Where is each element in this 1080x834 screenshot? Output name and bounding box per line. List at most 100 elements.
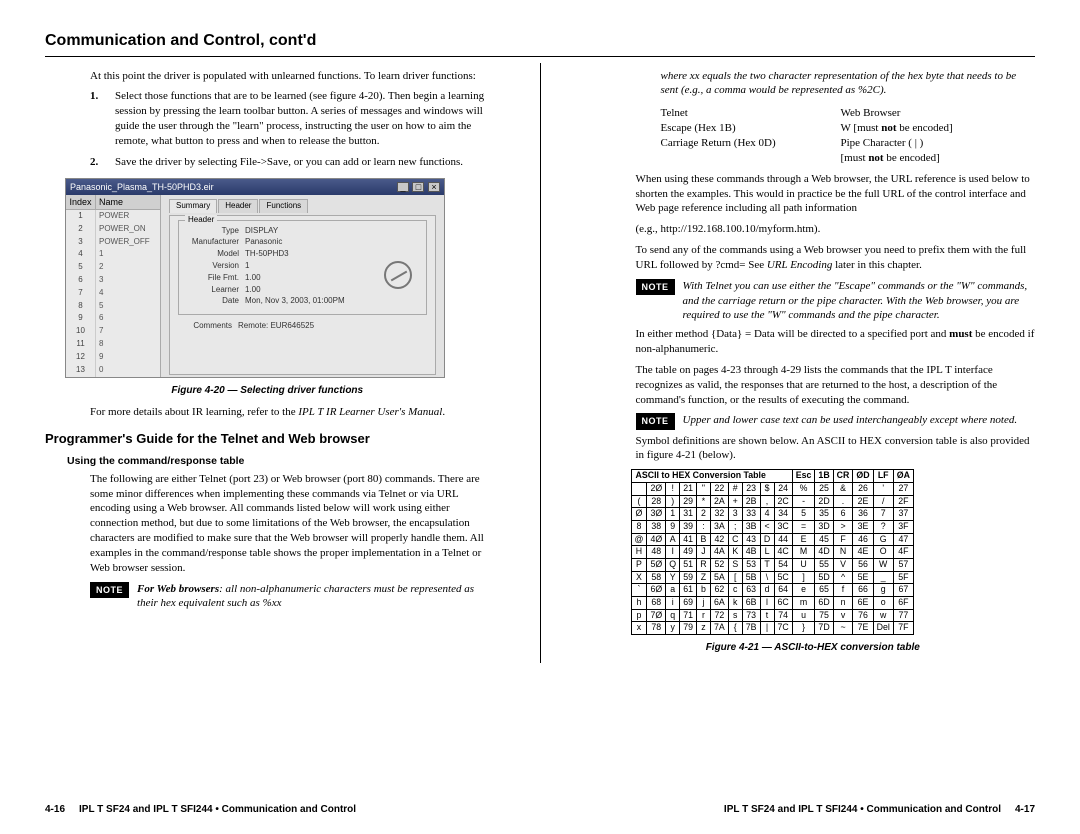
ascii-cell: 38 bbox=[647, 520, 666, 533]
comments-value: Remote: EUR646525 bbox=[238, 321, 314, 332]
function-row[interactable]: 129 bbox=[66, 351, 160, 364]
function-row[interactable]: 130 bbox=[66, 364, 160, 377]
page-num-left: 4-16 bbox=[45, 803, 65, 817]
ascii-row: @4ØA41B42C43D44E45F46G47 bbox=[631, 533, 914, 546]
ascii-row: h68i69j6Ak6Bl6Cm6Dn6Eo6F bbox=[631, 597, 914, 610]
ascii-row: x78y79z7A{7B|7C}7D~7EDel7F bbox=[631, 622, 914, 635]
ascii-cell: 2C bbox=[774, 495, 792, 508]
ascii-cell: 61 bbox=[680, 584, 697, 597]
ascii-cell: 2B bbox=[742, 495, 760, 508]
ascii-table-title: ASCII to HEX Conversion Table bbox=[631, 470, 792, 483]
lf-hex: ØA bbox=[893, 470, 913, 483]
figure-4-20-caption: Figure 4-20 — Selecting driver functions bbox=[45, 384, 490, 398]
ascii-cell: M bbox=[792, 546, 815, 559]
ascii-cell: 43 bbox=[742, 533, 760, 546]
function-row[interactable]: 52 bbox=[66, 261, 160, 274]
ascii-cell: 2A bbox=[710, 495, 728, 508]
ascii-cell: 5F bbox=[893, 571, 913, 584]
function-row[interactable]: 3POWER_OFF bbox=[66, 236, 160, 249]
ascii-cell: 66 bbox=[853, 584, 873, 597]
telnet-web-table: Telnet Web Browser Escape (Hex 1B) W [mu… bbox=[661, 106, 1021, 165]
ascii-row: X58Y59Z5A[5B\5C]5D^5E_5F bbox=[631, 571, 914, 584]
ascii-cell: | bbox=[760, 622, 774, 635]
ascii-row: H48I49J4AK4BL4CM4DN4EO4F bbox=[631, 546, 914, 559]
ascii-cell: 56 bbox=[853, 559, 873, 572]
ascii-cell: x bbox=[631, 622, 647, 635]
close-icon[interactable]: × bbox=[428, 182, 440, 192]
note-web-browsers: NOTE For Web browsers: all non-alphanume… bbox=[90, 582, 490, 612]
ascii-cell: 63 bbox=[742, 584, 760, 597]
ascii-cell: d bbox=[760, 584, 774, 597]
ascii-cell: ^ bbox=[833, 571, 853, 584]
ascii-cell: 49 bbox=[680, 546, 697, 559]
ascii-cell: 6A bbox=[710, 597, 728, 610]
function-row[interactable]: 1POWER bbox=[66, 210, 160, 223]
maximize-icon[interactable]: □ bbox=[412, 182, 424, 192]
function-row[interactable]: 118 bbox=[66, 338, 160, 351]
ascii-cell: n bbox=[833, 597, 853, 610]
ascii-cell: 31 bbox=[680, 508, 697, 521]
step-num: 1. bbox=[90, 89, 98, 104]
ascii-cell: } bbox=[792, 622, 815, 635]
ascii-cell: 44 bbox=[774, 533, 792, 546]
ascii-cell: 73 bbox=[742, 609, 760, 622]
ascii-cell: 5Ø bbox=[647, 559, 666, 572]
ascii-cell: 2Ø bbox=[647, 482, 666, 495]
col-name: Name bbox=[96, 195, 160, 209]
cr-hex: Carriage Return (Hex 0D) bbox=[661, 136, 841, 166]
ascii-cell: 36 bbox=[853, 508, 873, 521]
function-row[interactable]: 85 bbox=[66, 300, 160, 313]
ascii-cell: 3Ø bbox=[647, 508, 666, 521]
tab-header[interactable]: Header bbox=[218, 199, 258, 213]
ascii-cell: v bbox=[833, 609, 853, 622]
page-title: Communication and Control, cont'd bbox=[45, 30, 1035, 52]
function-row[interactable]: 74 bbox=[66, 287, 160, 300]
tab-summary[interactable]: Summary bbox=[169, 199, 217, 213]
comments-label: Comments bbox=[178, 321, 238, 332]
header-field: Learner1.00 bbox=[185, 285, 420, 296]
ascii-cell: 62 bbox=[710, 584, 728, 597]
function-row[interactable]: 41 bbox=[66, 248, 160, 261]
function-row[interactable]: 96 bbox=[66, 312, 160, 325]
function-row[interactable]: 2POWER_ON bbox=[66, 223, 160, 236]
header-field: TypeDISPLAY bbox=[185, 226, 420, 237]
esc-label: Esc bbox=[792, 470, 815, 483]
ascii-cell: 6F bbox=[893, 597, 913, 610]
ascii-cell: 4A bbox=[710, 546, 728, 559]
step-text: Select those functions that are to be le… bbox=[115, 90, 484, 147]
left-column: At this point the driver is populated wi… bbox=[45, 69, 490, 663]
note-case: NOTE Upper and lower case text can be us… bbox=[636, 413, 1036, 429]
ascii-cell: ~ bbox=[833, 622, 853, 635]
manual-name: IPL T IR Learner User's Manual bbox=[298, 406, 442, 418]
function-row[interactable]: 107 bbox=[66, 325, 160, 338]
ascii-cell: 29 bbox=[680, 495, 697, 508]
ascii-cell: C bbox=[728, 533, 742, 546]
header-field: ManufacturerPanasonic bbox=[185, 237, 420, 248]
function-row[interactable]: 14VOL+ bbox=[66, 376, 160, 377]
ascii-cell: 3A bbox=[710, 520, 728, 533]
ascii-cell: ! bbox=[666, 482, 680, 495]
ascii-cell: 7A bbox=[710, 622, 728, 635]
driver-screenshot: Panasonic_Plasma_TH-50PHD3.eir _ □ × Ind… bbox=[65, 178, 445, 378]
ascii-cell: $ bbox=[760, 482, 774, 495]
ascii-cell: 27 bbox=[893, 482, 913, 495]
symbol-def: Symbol definitions are shown below. An A… bbox=[591, 434, 1036, 464]
ascii-cell: K bbox=[728, 546, 742, 559]
ascii-cell: F bbox=[833, 533, 853, 546]
ascii-cell: k bbox=[728, 597, 742, 610]
ascii-cell: ) bbox=[666, 495, 680, 508]
ascii-cell: 39 bbox=[680, 520, 697, 533]
group-header: Header bbox=[185, 215, 217, 226]
ascii-cell: - bbox=[792, 495, 815, 508]
function-row[interactable]: 63 bbox=[66, 274, 160, 287]
ascii-cell: e bbox=[792, 584, 815, 597]
tab-functions[interactable]: Functions bbox=[259, 199, 308, 213]
ascii-cell: 8 bbox=[631, 520, 647, 533]
ascii-cell: D bbox=[760, 533, 774, 546]
ascii-cell: 5D bbox=[815, 571, 833, 584]
minimize-icon[interactable]: _ bbox=[397, 182, 409, 192]
ascii-cell: X bbox=[631, 571, 647, 584]
ascii-cell: _ bbox=[873, 571, 893, 584]
ascii-cell: R bbox=[696, 559, 710, 572]
text: For more details about IR learning, refe… bbox=[90, 406, 298, 418]
